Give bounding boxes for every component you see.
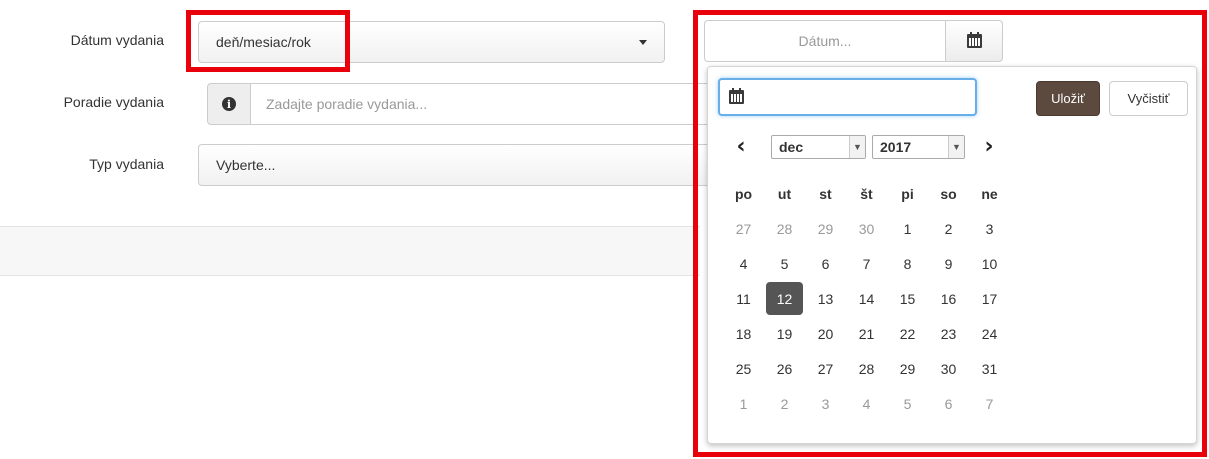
type-label: Typ vydania — [89, 156, 164, 172]
order-placeholder: Zadajte poradie vydania... — [266, 96, 428, 112]
type-select[interactable]: Vyberte... — [198, 144, 727, 186]
order-input[interactable]: Zadajte poradie vydania... — [251, 83, 727, 125]
info-icon: i — [222, 97, 236, 111]
order-label: Poradie vydania — [63, 94, 164, 110]
section-band — [0, 226, 700, 276]
type-select-value: Vyberte... — [216, 157, 276, 173]
highlight-box-select — [186, 10, 350, 72]
date-label: Dátum vydania — [70, 32, 164, 48]
order-addon: i — [207, 83, 251, 125]
highlight-box-datepicker — [693, 10, 1207, 457]
caret-down-icon — [639, 40, 647, 45]
order-input-group: i Zadajte poradie vydania... — [207, 83, 727, 125]
